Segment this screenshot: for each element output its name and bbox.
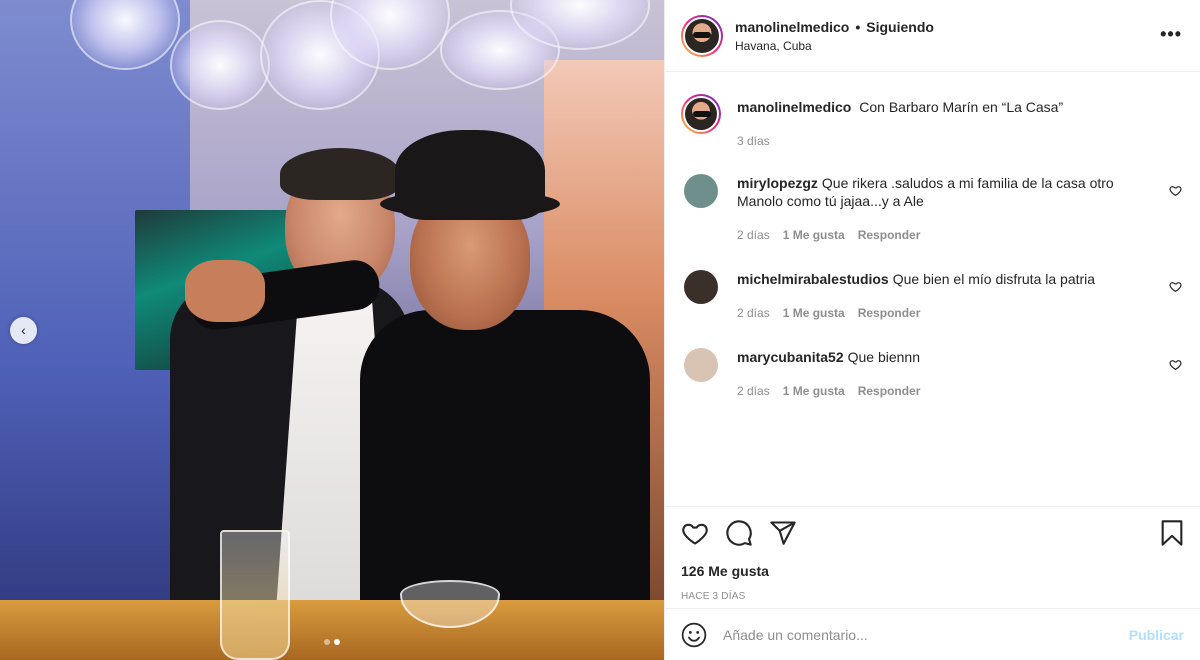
comment-row: michelmirabalestudios Que bien el mío dis…	[681, 270, 1184, 322]
heart-icon[interactable]	[1169, 280, 1182, 293]
comment-likes[interactable]: 1 Me gusta	[783, 226, 845, 244]
post-location[interactable]: Havana, Cuba	[735, 39, 934, 53]
carousel-prev-button[interactable]: ‹	[10, 317, 37, 344]
caption: manolinelmedico Con Barbaro Marín en “La…	[681, 94, 1184, 148]
caption-age: 3 días	[737, 134, 770, 148]
add-comment-bar: Publicar	[665, 608, 1200, 660]
comment-text: Que bien el mío disfruta la patria	[892, 271, 1096, 287]
comment-icon[interactable]	[725, 519, 753, 547]
carousel-dot	[324, 639, 330, 645]
post-viewer: ‹ manolinelmedico • Siguiendo Havana, Cu…	[0, 0, 1200, 660]
comment-avatar[interactable]	[684, 348, 718, 382]
comment-input[interactable]	[723, 626, 1129, 643]
comment-avatar[interactable]	[684, 174, 718, 208]
post-header: manolinelmedico • Siguiendo Havana, Cuba…	[665, 0, 1200, 72]
heart-icon[interactable]	[681, 519, 709, 547]
reply-button[interactable]: Responder	[858, 382, 921, 400]
comment-username[interactable]: michelmirabalestudios	[737, 271, 889, 287]
comment-likes[interactable]: 1 Me gusta	[783, 382, 845, 400]
comment-list: mirylopezgz Que rikera .saludos a mi fami…	[681, 174, 1184, 400]
reply-button[interactable]: Responder	[858, 226, 921, 244]
avatar[interactable]	[681, 94, 721, 134]
publish-button[interactable]: Publicar	[1129, 627, 1184, 643]
post-photo[interactable]: ‹	[0, 0, 664, 660]
comment-username[interactable]: mirylopezgz	[737, 175, 818, 191]
comment-likes[interactable]: 1 Me gusta	[783, 304, 845, 322]
comment-row: marycubanita52 Que biennn 2 días 1 Me gus…	[681, 348, 1184, 400]
emoji-icon[interactable]	[681, 622, 707, 648]
post-time-ago: HACE 3 DÍAS	[681, 591, 746, 602]
comment-age: 2 días	[737, 228, 770, 242]
bookmark-icon[interactable]	[1158, 519, 1186, 547]
comment-text: Que biennn	[847, 349, 921, 365]
comment-avatar[interactable]	[684, 270, 718, 304]
more-icon[interactable]: •••	[1160, 24, 1182, 45]
heart-icon[interactable]	[1169, 184, 1182, 197]
share-icon[interactable]	[769, 519, 797, 547]
avatar[interactable]	[681, 14, 723, 57]
comment-row: mirylopezgz Que rikera .saludos a mi fami…	[681, 174, 1184, 244]
chevron-left-icon: ‹	[21, 322, 26, 338]
caption-text: Con Barbaro Marín en “La Casa”	[859, 99, 1064, 115]
separator-bullet: •	[855, 18, 861, 35]
caption-username[interactable]: manolinelmedico	[737, 99, 851, 115]
follow-status-button[interactable]: Siguiendo	[866, 19, 934, 35]
heart-icon[interactable]	[1169, 358, 1182, 371]
comments-section: manolinelmedico Con Barbaro Marín en “La…	[665, 72, 1200, 506]
comment-username[interactable]: marycubanita52	[737, 349, 844, 365]
comment-age: 2 días	[737, 306, 770, 320]
post-side-panel: manolinelmedico • Siguiendo Havana, Cuba…	[664, 0, 1200, 660]
carousel-dots	[0, 639, 664, 645]
carousel-dot-active	[334, 639, 340, 645]
likes-count[interactable]: 126 Me gusta	[681, 563, 1184, 579]
comment-age: 2 días	[737, 384, 770, 398]
author-username[interactable]: manolinelmedico	[735, 19, 849, 35]
reply-button[interactable]: Responder	[858, 304, 921, 322]
actions-bar: 126 Me gusta HACE 3 DÍAS	[665, 506, 1200, 608]
